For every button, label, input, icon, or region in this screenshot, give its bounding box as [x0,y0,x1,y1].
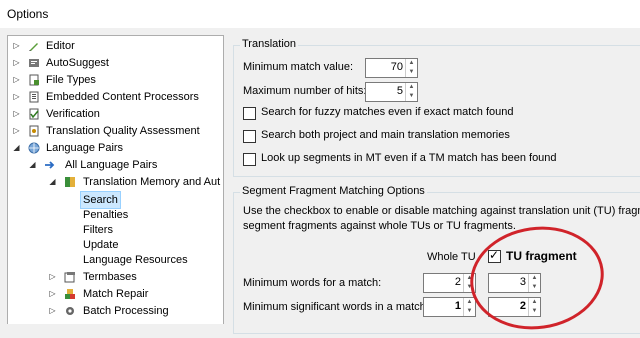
expand-icon[interactable]: ▷ [48,286,57,302]
fragment-description: Use the checkbox to enable or disable ma… [243,205,640,217]
verification-icon [29,108,39,120]
arrow-right-icon [45,161,55,169]
window-title: Options [7,7,49,21]
min-match-value: 70 [390,61,403,73]
tree-label: Editor [46,40,75,52]
collapse-icon[interactable]: ◢ [12,140,21,156]
spin-up-icon[interactable]: ▲ [406,59,417,68]
tree-label: Translation Memory and Aut [83,176,221,188]
fuzzy-checkbox[interactable] [243,107,256,120]
tree-label: Language Pairs [46,142,124,154]
expand-icon[interactable]: ▷ [12,106,21,122]
termbase-icon [64,272,75,283]
min-significant-whole-spinner[interactable]: 1 ▲ ▼ [423,297,476,317]
tree-label: File Types [46,74,96,86]
spinner-buttons[interactable]: ▲ ▼ [405,59,417,77]
tree-label: AutoSuggest [46,57,109,69]
file-types-icon [29,74,39,86]
translation-group: Translation Minimum match value: 70 ▲ ▼ … [233,38,640,177]
spinner-buttons[interactable]: ▲ ▼ [463,298,475,316]
tree-label: All Language Pairs [65,159,158,171]
tree-label: Batch Processing [83,305,169,317]
spin-down-icon[interactable]: ▼ [406,68,417,77]
expand-icon[interactable]: ▷ [48,269,57,285]
tree-label: Translation Quality Assessment [46,125,200,137]
expand-icon[interactable]: ▷ [12,55,21,71]
expand-icon[interactable]: ▷ [12,123,21,139]
group-title: Segment Fragment Matching Options [240,185,427,197]
whole-tu-header: Whole TU [427,251,476,263]
min-match-label: Minimum match value: [243,61,354,73]
options-tree[interactable]: ▷ Editor ▷ AutoSuggest ▷ File Types ▷ Em… [7,35,224,324]
tree-label: Update [83,239,119,251]
max-hits-spinner[interactable]: 5 ▲ ▼ [365,82,418,102]
tree-label: Embedded Content Processors [46,91,199,103]
spinner-buttons[interactable]: ▲ ▼ [405,83,417,101]
min-words-whole-value: 2 [454,276,461,288]
spin-down-icon[interactable]: ▼ [406,92,417,101]
expand-icon[interactable]: ▷ [12,38,21,54]
pencil-icon [29,43,38,51]
tree-label: Language Resources [83,254,188,266]
globe-icon [28,142,40,154]
processor-icon [29,91,39,103]
expand-icon[interactable]: ▷ [48,303,57,319]
group-title: Translation [240,38,299,50]
autosuggest-icon [29,59,39,67]
spin-down-icon[interactable]: ▼ [464,307,475,316]
collapse-icon[interactable]: ◢ [28,157,37,173]
expand-icon[interactable]: ▷ [12,72,21,88]
min-words-whole-spinner[interactable]: 2 ▲ ▼ [423,273,476,293]
gear-icon [66,307,74,315]
min-match-spinner[interactable]: 70 ▲ ▼ [365,58,418,78]
title-bar: Options [0,0,640,28]
collapse-icon[interactable]: ◢ [48,174,57,190]
mt-lookup-checkbox[interactable] [243,153,256,166]
both-tm-checkbox[interactable] [243,130,256,143]
fuzzy-label: Search for fuzzy matches even if exact m… [261,106,514,118]
expand-icon[interactable]: ▷ [12,89,21,105]
mt-lookup-label: Look up segments in MT even if a TM matc… [261,152,557,164]
max-hits-label: Maximum number of hits: [243,85,367,97]
tree-label: Match Repair [83,288,149,300]
tree-label: Filters [83,224,113,236]
match-repair-icon [65,289,75,299]
quality-icon [29,125,39,137]
min-significant-whole-value: 1 [454,300,461,312]
spin-up-icon[interactable]: ▲ [406,83,417,92]
min-words-label: Minimum words for a match: [243,277,382,289]
max-hits-value: 5 [396,85,403,97]
tree-label: Penalties [83,209,129,221]
both-tm-label: Search both project and main translation… [261,129,510,141]
tree-label: Verification [46,108,100,120]
tm-icon [65,177,75,187]
fragment-description-2: segment fragments against whole TUs or T… [243,220,516,232]
min-significant-label: Minimum significant words in a match: [243,301,429,313]
tree-label: Termbases [83,271,137,283]
